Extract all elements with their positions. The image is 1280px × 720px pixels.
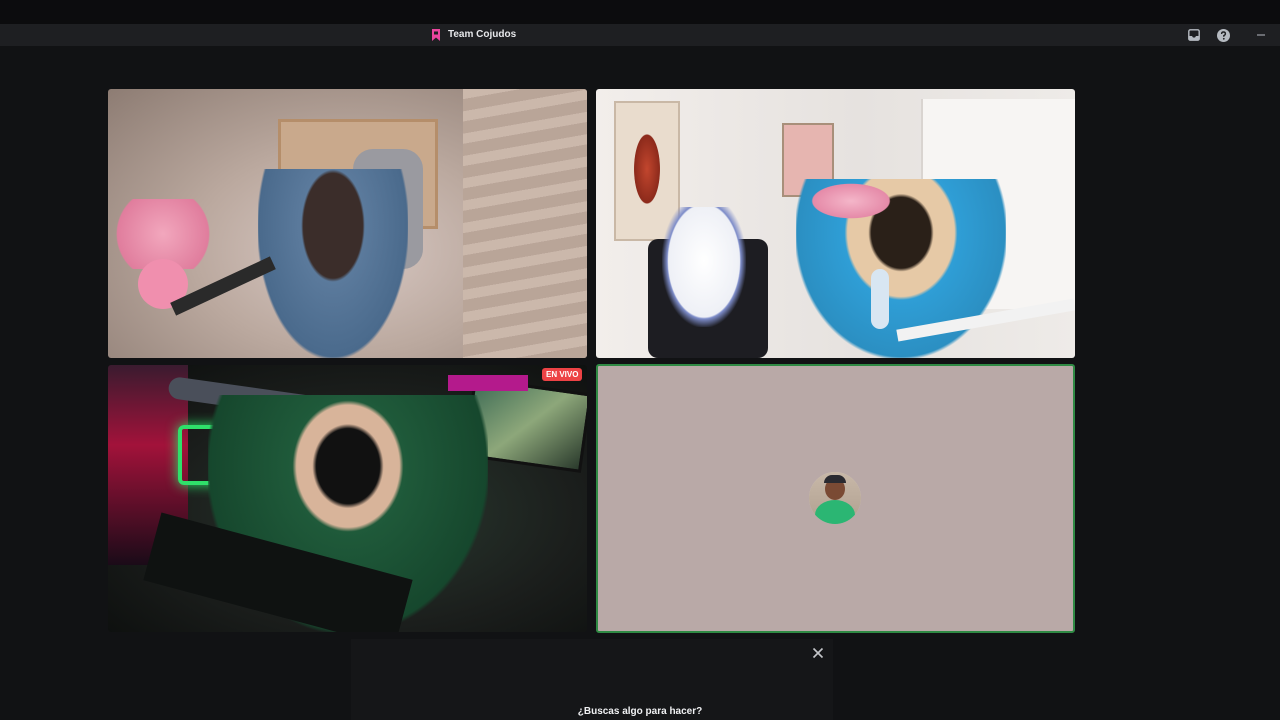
live-badge: EN VIVO: [542, 368, 583, 381]
inbox-icon: [1188, 29, 1200, 41]
koi-fish: [632, 129, 662, 209]
channel-title: Team Cojudos: [431, 28, 516, 42]
activity-prompt[interactable]: ¿Buscas algo para hacer?: [0, 706, 1280, 717]
minimize-button[interactable]: [1253, 27, 1269, 43]
participant-video-3[interactable]: [108, 365, 587, 632]
microphone: [871, 269, 889, 329]
person-silhouette: [258, 169, 408, 358]
window-top-strip: [0, 0, 1280, 24]
pink-light: [448, 375, 528, 391]
window-title: Team Cojudos: [448, 29, 517, 40]
activity-close-button[interactable]: [811, 646, 825, 660]
avatar-cap: [824, 475, 846, 483]
avatar[interactable]: [809, 472, 861, 524]
cat-ear-headset: [806, 181, 896, 221]
help-icon: [1216, 28, 1230, 42]
participant-video-1[interactable]: [108, 89, 587, 358]
bookmark-icon: [432, 29, 440, 41]
inbox-button[interactable]: [1186, 27, 1202, 43]
title-bar: Team Cojudos: [0, 24, 1280, 46]
participant-video-2[interactable]: [596, 89, 1075, 358]
window-blinds: [463, 89, 587, 358]
avatar-shirt: [815, 500, 855, 524]
minimize-icon: [1257, 34, 1265, 36]
plush-bunny: [662, 207, 746, 327]
help-button[interactable]: [1215, 27, 1231, 43]
close-icon: [812, 647, 824, 659]
